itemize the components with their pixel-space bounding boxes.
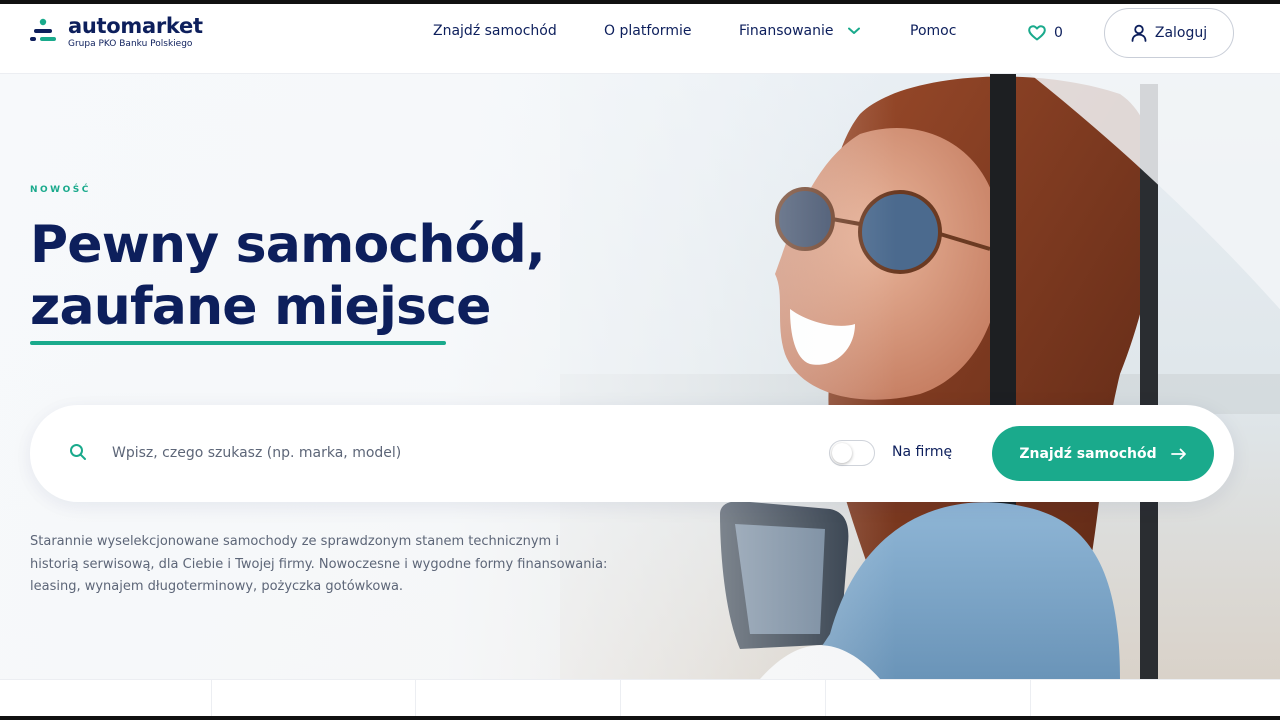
login-label: Zaloguj <box>1154 25 1208 41</box>
headline-underline <box>30 341 446 345</box>
business-toggle[interactable] <box>829 440 875 466</box>
arrow-right-icon <box>1170 448 1186 459</box>
tile-divider <box>415 680 416 716</box>
nav-financing-label: Finansowanie <box>739 23 834 39</box>
toggle-knob <box>832 443 852 463</box>
logo-name: automarket <box>68 14 203 38</box>
tile-divider <box>211 680 212 716</box>
user-icon <box>1131 24 1147 42</box>
find-car-button[interactable]: Znajdź samochód <box>992 426 1214 481</box>
hero-eyebrow: NOWOŚĆ <box>30 185 91 195</box>
nav-help[interactable]: Pomoc <box>910 23 956 39</box>
favorites-count: 0 <box>1054 25 1063 41</box>
page: automarket Grupa PKO Banku Polskiego Zna… <box>0 4 1280 716</box>
hero-description: Starannie wyselekcjonowane samochody ze … <box>30 534 608 594</box>
nav-find-car[interactable]: Znajdź samochód <box>433 23 557 39</box>
chevron-down-icon <box>847 27 860 34</box>
search-bar: Na firmę Znajdź samochód <box>30 405 1234 502</box>
nav-about-platform[interactable]: O platformie <box>604 23 691 39</box>
search-input[interactable] <box>112 438 792 468</box>
nav-financing[interactable]: Finansowanie <box>739 23 860 39</box>
logo-tagline: Grupa PKO Banku Polskiego <box>68 39 193 49</box>
bottom-tiles-strip <box>0 679 1280 716</box>
business-toggle-label: Na firmę <box>892 444 953 460</box>
heart-icon <box>1028 25 1046 41</box>
tile-divider <box>1030 680 1031 716</box>
hero-headline-line-1: Pewny samochód, <box>30 215 546 275</box>
site-header: automarket Grupa PKO Banku Polskiego Zna… <box>0 4 1280 74</box>
tile-divider <box>620 680 621 716</box>
find-car-button-label: Znajdź samochód <box>1019 445 1157 462</box>
login-button[interactable]: Zaloguj <box>1104 8 1234 58</box>
hero-headline-line-2: zaufane miejsce <box>30 277 491 337</box>
logo-mark-icon <box>30 18 56 41</box>
tile-divider <box>825 680 826 716</box>
search-icon[interactable] <box>69 443 87 461</box>
favorites-button[interactable]: 0 <box>1028 22 1063 44</box>
hero-headline: Pewny samochód, zaufane miejsce <box>30 214 546 338</box>
hero-section: NOWOŚĆ Pewny samochód, zaufane miejsce N… <box>0 74 1280 679</box>
